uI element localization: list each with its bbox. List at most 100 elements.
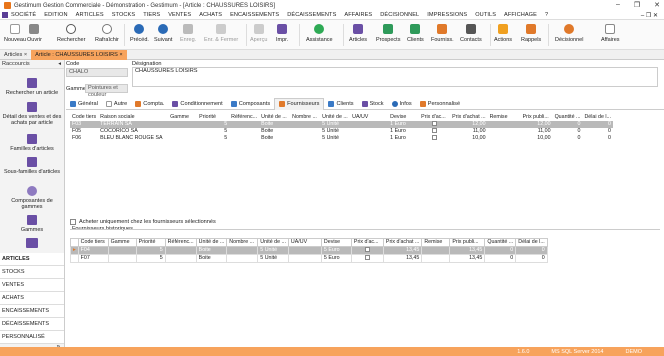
table-cell[interactable] — [164, 246, 197, 255]
table-cell[interactable] — [488, 135, 521, 142]
prospects-button[interactable]: Prospects — [376, 22, 400, 43]
tab-autre[interactable]: Autre — [102, 98, 131, 110]
assistance-button[interactable]: Assistance — [306, 22, 333, 43]
menu-item-8[interactable]: DÉCAISSEMENTS — [287, 12, 336, 18]
column-header[interactable]: UA/UV — [350, 114, 389, 121]
table-cell[interactable]: 5 Unité — [320, 135, 350, 142]
table-cell[interactable]: 13,45 — [449, 254, 486, 263]
impr-button[interactable]: Impr. — [276, 22, 288, 43]
column-header[interactable]: Prix d'ac... — [350, 238, 384, 247]
table-cell[interactable] — [287, 254, 322, 263]
menu-item-9[interactable]: AFFAIRES — [344, 12, 372, 18]
tab-conditionnement[interactable]: Conditionnement — [168, 98, 226, 110]
suivant-button[interactable]: Suivant — [154, 22, 172, 43]
price-checkbox[interactable] — [432, 121, 438, 127]
sidebar-more[interactable] — [0, 238, 64, 250]
tab-composants[interactable]: Composants — [227, 98, 274, 110]
table-cell[interactable]: TERRAIN SA — [98, 121, 169, 128]
table-cell[interactable]: 13,45 — [382, 246, 423, 255]
shortcut-sous-familles[interactable]: Sous-familles d'articles — [0, 157, 64, 175]
table-cell[interactable] — [168, 135, 197, 142]
minimize-icon[interactable]: – — [616, 1, 620, 9]
column-header[interactable]: Nombre ... — [226, 238, 259, 247]
table-cell[interactable] — [421, 246, 451, 255]
tab-articles[interactable]: Articles × — [0, 50, 31, 60]
table-cell[interactable]: 5 Unité — [320, 128, 350, 135]
table-row[interactable]: F03 TERRAIN SA 5 Boite 5 Unité 1 Euro 12,00 12,… — [70, 121, 613, 128]
affaires-button[interactable]: Affaires — [601, 22, 620, 43]
table-cell[interactable]: F03 — [70, 121, 99, 128]
table-cell[interactable]: 11,00 — [521, 128, 553, 135]
sidebar-section-personnalise[interactable]: PERSONNALISÉ — [0, 331, 64, 344]
clients-button[interactable]: Clients — [407, 22, 424, 43]
table-cell[interactable]: 12,00 — [450, 121, 488, 128]
column-header[interactable]: Devise — [388, 114, 420, 121]
menu-item-12[interactable]: OUTILS — [475, 12, 496, 18]
designation-field[interactable]: CHAUSSURES LOISIRS — [132, 67, 658, 87]
shortcut-rechercher-article[interactable]: Rechercher un article — [0, 78, 64, 96]
column-header[interactable]: Unité de ... — [320, 114, 351, 121]
column-header[interactable]: Gamme — [168, 114, 198, 121]
table-cell[interactable] — [350, 254, 384, 263]
tab-fournisseurs[interactable]: Fournisseurs — [274, 97, 325, 110]
menu-item-3[interactable]: STOCKS — [112, 12, 136, 18]
column-header[interactable]: Unité de ... — [257, 238, 289, 247]
column-header[interactable]: UA/UV — [287, 238, 322, 247]
table-cell[interactable]: Boite — [195, 254, 228, 263]
enr-fermer-button[interactable]: Enr. & Fermer — [204, 22, 238, 43]
column-header[interactable]: Priorité — [135, 238, 166, 247]
tab-infos[interactable]: Infos — [388, 98, 416, 110]
shortcut-composantes[interactable]: Composantes de gammes — [0, 186, 64, 210]
table-cell[interactable] — [487, 121, 521, 128]
table-cell[interactable] — [287, 246, 322, 255]
apercu-button[interactable]: Aperçu — [250, 22, 267, 43]
table-cell[interactable]: 0 — [582, 128, 613, 135]
contacts-button[interactable]: Contacts — [460, 22, 482, 43]
table-cell[interactable] — [107, 246, 137, 255]
menu-item-11[interactable]: IMPRESSIONS — [427, 12, 467, 18]
table-cell[interactable] — [419, 121, 451, 128]
table-row[interactable]: F07 5 Boite 5 Unité 5 Euro 13,45 13,45 0 0 — [70, 254, 548, 263]
table-cell[interactable]: 5 Unité — [257, 254, 289, 263]
table-cell[interactable]: F06 — [70, 135, 98, 142]
close-icon[interactable]: ✕ — [654, 1, 660, 9]
column-header[interactable]: Remise — [487, 114, 521, 121]
app-menu-icon[interactable] — [2, 12, 8, 18]
menu-item-10[interactable]: DÉCISIONNEL — [380, 12, 419, 18]
column-header[interactable]: Prix d'achat ... — [450, 114, 488, 121]
table-cell[interactable]: 0 — [515, 254, 548, 263]
ouvrir-button[interactable]: Ouvrir — [27, 22, 42, 43]
table-cell[interactable] — [290, 128, 320, 135]
table-cell[interactable]: 0 — [484, 246, 517, 255]
table-cell[interactable]: Boite — [259, 121, 291, 128]
column-header[interactable]: Quantité ... — [552, 114, 583, 121]
precedent-button[interactable]: Précéd. — [130, 22, 149, 43]
table-cell[interactable] — [226, 254, 259, 263]
table-cell[interactable] — [419, 128, 450, 135]
mdi-controls[interactable]: – ❐ ✕ — [641, 12, 658, 19]
column-header[interactable]: Remise — [421, 238, 451, 247]
column-header[interactable]: Délai de l... — [515, 238, 548, 247]
menu-item-14[interactable]: ? — [545, 12, 548, 18]
sidebar-section-articles[interactable]: ARTICLES — [0, 253, 64, 266]
menu-item-6[interactable]: ACHATS — [199, 12, 222, 18]
table-cell[interactable]: 5 — [197, 128, 229, 135]
price-checkbox[interactable] — [364, 255, 370, 261]
table-cell[interactable]: Boite — [259, 135, 290, 142]
decisionnel-button[interactable]: Décisionnel — [555, 22, 583, 43]
table-cell[interactable] — [164, 254, 197, 263]
price-checkbox[interactable] — [364, 247, 370, 253]
actions-button[interactable]: Actions — [494, 22, 512, 43]
column-header[interactable]: Référenc... — [229, 114, 260, 121]
column-header[interactable]: Prix d'achat ... — [382, 238, 423, 247]
column-header[interactable]: Référenc... — [164, 238, 197, 247]
menu-item-13[interactable]: AFFICHAGE — [504, 12, 537, 18]
column-header[interactable]: Quantité ... — [484, 238, 517, 247]
column-header[interactable]: Prix publi... — [520, 114, 553, 121]
table-cell[interactable]: 0 — [553, 135, 583, 142]
menu-item-4[interactable]: TIERS — [143, 12, 160, 18]
table-cell[interactable]: 5 — [197, 135, 229, 142]
table-cell[interactable]: 10,00 — [450, 135, 487, 142]
table-cell[interactable] — [229, 121, 260, 128]
menu-item-0[interactable]: SOCIÉTÉ — [11, 12, 36, 18]
